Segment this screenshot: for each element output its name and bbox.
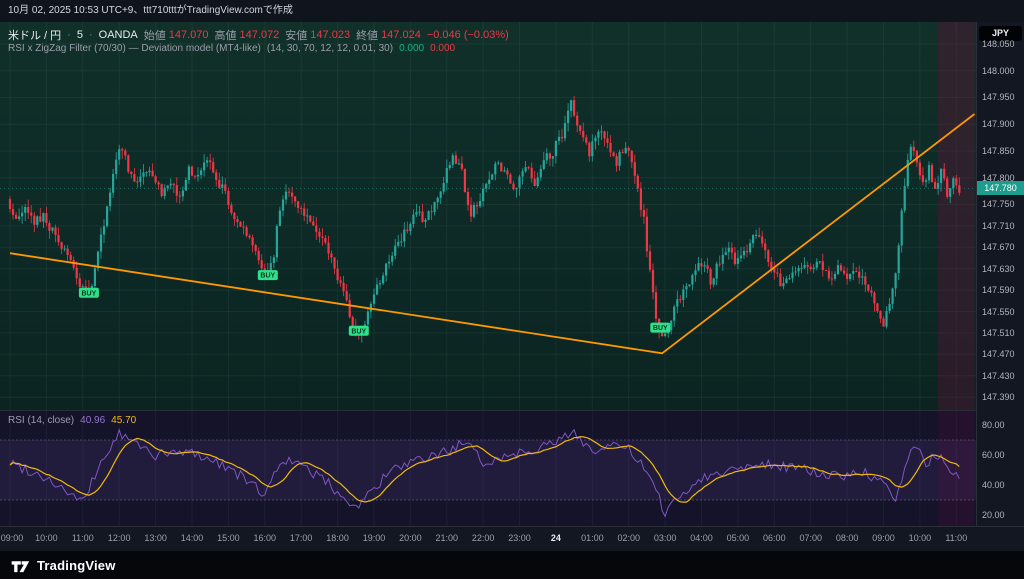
attribution-bar: 10月 02, 2025 10:53 UTC+9、ttt710tttがTradi… [0,0,1024,22]
rsi-axis-label: 20.00 [982,510,1005,520]
price-axis-label: 147.750 [982,199,1015,209]
tradingview-logo-icon[interactable] [10,557,30,573]
price-axis-label: 147.900 [982,119,1015,129]
footer-bar: TradingView [0,551,1024,579]
open-label: 始値 [144,27,166,43]
time-axis-label: 14:00 [172,533,212,543]
svg-text:BUY: BUY [260,273,275,280]
time-axis-label: 07:00 [791,533,831,543]
price-axis-label: 147.550 [982,307,1015,317]
symbol-legend: 米ドル / 円 · 5 · OANDA 始値 147.070 高値 147.07… [8,27,509,43]
ohlc-close: 終値 147.024 [356,27,421,43]
buy-marker: BUY [258,270,278,280]
indicator-params: (14, 30, 70, 12, 12, 0.01, 30) [267,43,393,54]
indicator-value-down: 0.000 [430,43,455,54]
rsi-axis-label: 80.00 [982,420,1005,430]
time-axis[interactable]: 09:0010:0011:0012:0013:0014:0015:0016:00… [0,527,1024,551]
time-axis-label: 20:00 [390,533,430,543]
rsi-axis-label: 60.00 [982,450,1005,460]
time-axis-label: 10:00 [900,533,940,543]
time-axis-label: 10:00 [26,533,66,543]
svg-text:BUY: BUY [653,325,668,332]
change-value: −0.046 (−0.03%) [427,29,509,41]
time-axis-label: 22:00 [463,533,503,543]
time-axis-label: 11:00 [936,533,976,543]
price-axis-label: 147.590 [982,285,1015,295]
time-axis-label: 13:00 [136,533,176,543]
rsi-axis-label: 40.00 [982,480,1005,490]
time-axis-label: 09:00 [864,533,904,543]
time-axis-label: 12:00 [99,533,139,543]
separator-dot: · [89,29,93,41]
high-value: 147.072 [240,29,280,41]
rsi-pane[interactable]: RSI (14, close) 40.96 45.70 [0,411,976,526]
time-axis-label: 08:00 [827,533,867,543]
last-price-badge: 147.780 [977,181,1024,195]
time-axis-label: 15:00 [208,533,248,543]
time-axis-label: 11:00 [63,533,103,543]
time-axis-label: 05:00 [718,533,758,543]
price-axis-label: 147.710 [982,221,1015,231]
price-axis-label: 147.430 [982,371,1015,381]
time-axis-label: 04:00 [682,533,722,543]
symbol-title[interactable]: 米ドル / 円 [8,27,61,43]
rsi-title[interactable]: RSI (14, close) [8,415,74,426]
price-axis-label: 147.850 [982,146,1015,156]
attribution-text: 10月 02, 2025 10:53 UTC+9、ttt710tttがTradi… [8,5,293,16]
ohlc-high: 高値 147.072 [215,27,280,43]
buy-marker: BUY [349,326,369,336]
indicator-value-up: 0.000 [399,43,424,54]
low-value: 147.023 [310,29,350,41]
rsi-ma-value: 45.70 [111,415,136,426]
time-axis-label: 06:00 [754,533,794,543]
time-axis-label: 17:00 [281,533,321,543]
time-axis-label: 02:00 [609,533,649,543]
high-label: 高値 [215,27,237,43]
svg-text:BUY: BUY [351,328,366,335]
time-axis-label: 19:00 [354,533,394,543]
price-axis-label: 147.390 [982,392,1015,402]
tradingview-chart-window: 10月 02, 2025 10:53 UTC+9、ttt710tttがTradi… [0,0,1024,579]
separator-dot: · [67,29,71,41]
time-axis-label: 03:00 [645,533,685,543]
zigzag-line [10,114,975,353]
time-axis-label: 24 [536,533,576,543]
price-axis-label: 148.050 [982,39,1015,49]
price-axis-label: 147.950 [982,92,1015,102]
interval-value[interactable]: 5 [77,29,83,41]
price-pane[interactable]: BUY BUY BUY BUY 米ドル / 円 · 5 · OANDA 始値 147.… [0,22,976,410]
ohlc-low: 安値 147.023 [285,27,350,43]
time-axis-label: 23:00 [500,533,540,543]
tradingview-wordmark[interactable]: TradingView [37,558,116,573]
close-label: 終値 [356,27,378,43]
low-label: 安値 [285,27,307,43]
exchange-name[interactable]: OANDA [99,29,138,41]
price-axis-label: 147.470 [982,349,1015,359]
price-axis-label: 148.000 [982,66,1015,76]
time-axis-label: 01:00 [572,533,612,543]
rsi-legend: RSI (14, close) 40.96 45.70 [8,415,136,426]
rsi-value: 40.96 [80,415,105,426]
price-axis-label: 147.510 [982,328,1015,338]
buy-marker: BUY [650,323,670,333]
indicator-legend: RSI x ZigZag Filter (70/30) — Deviation … [8,43,455,54]
ohlc-open: 始値 147.070 [144,27,209,43]
price-axis[interactable]: JPY 148.050148.000147.950147.900147.8501… [976,22,1024,527]
plot-column: BUY BUY BUY BUY 米ドル / 円 · 5 · OANDA 始値 147.… [0,22,976,527]
indicator-title[interactable]: RSI x ZigZag Filter (70/30) — Deviation … [8,43,261,54]
open-value: 147.070 [169,29,209,41]
buy-marker: BUY [79,288,99,298]
price-axis-label: 147.670 [982,242,1015,252]
close-value: 147.024 [381,29,421,41]
candlestick-plot: BUY BUY BUY BUY [0,22,976,410]
chart-region: BUY BUY BUY BUY 米ドル / 円 · 5 · OANDA 始値 147.… [0,22,1024,551]
price-axis-label: 147.630 [982,264,1015,274]
time-axis-label: 21:00 [427,533,467,543]
time-axis-label: 16:00 [245,533,285,543]
svg-text:BUY: BUY [82,290,97,297]
rsi-plot [0,411,976,526]
time-axis-label: 18:00 [318,533,358,543]
